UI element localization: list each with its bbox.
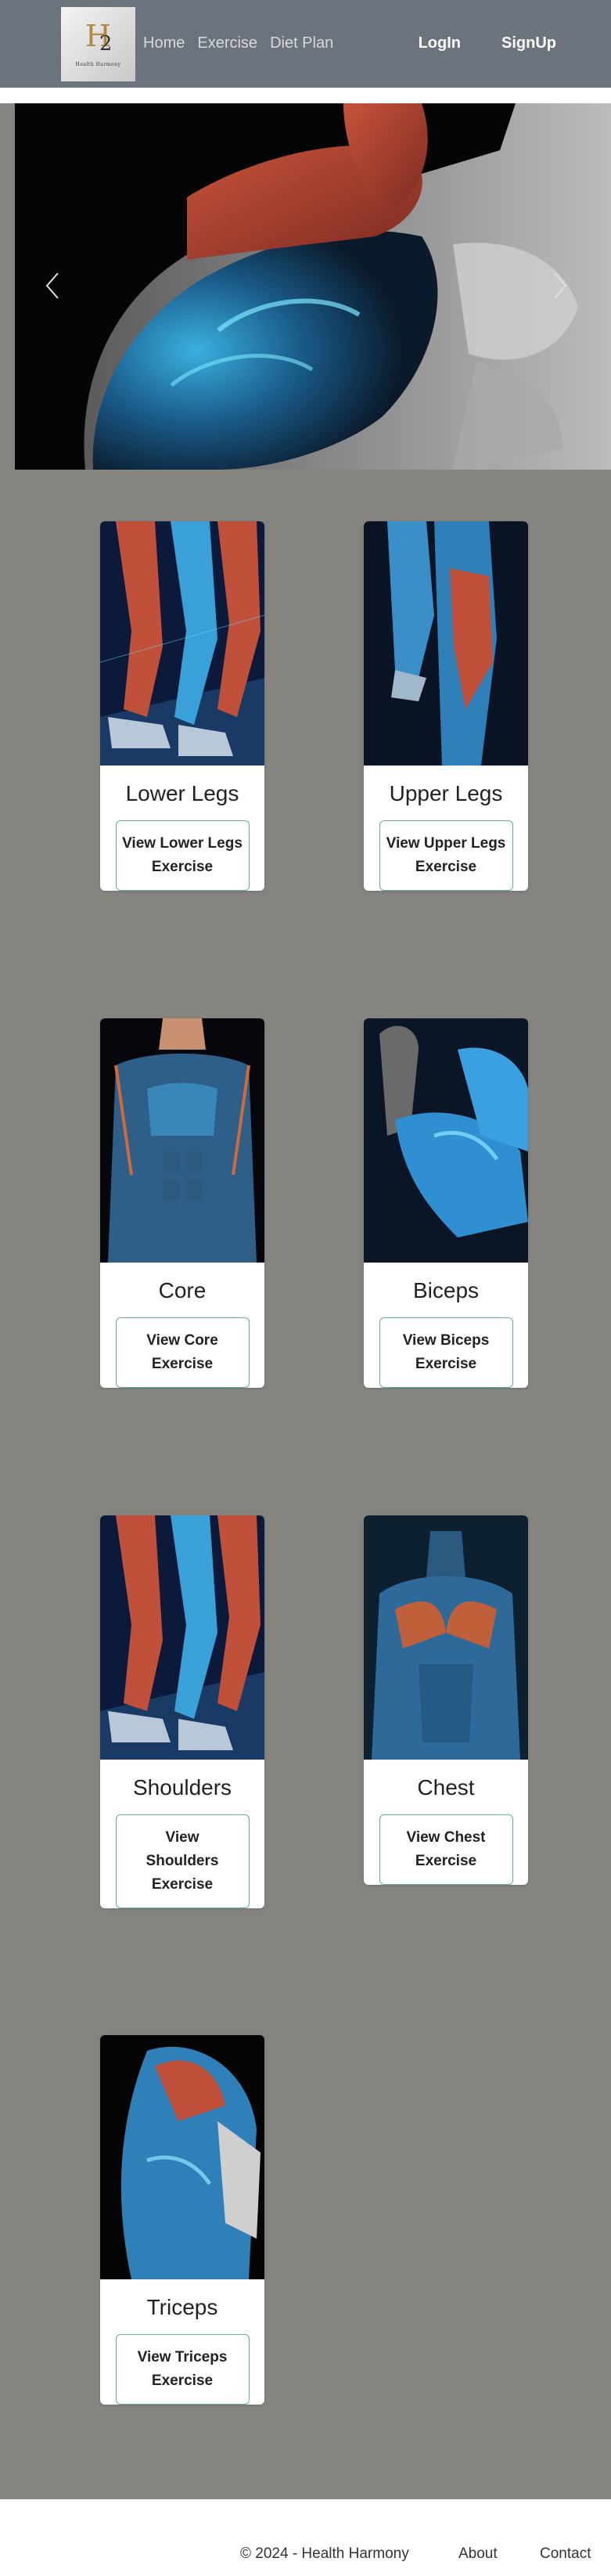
exercise-card-shoulders: Shoulders View Shoulders Exercise <box>100 1515 264 1908</box>
card-title: Biceps <box>412 1278 480 1302</box>
nav-link-exercise[interactable]: Exercise <box>197 34 257 52</box>
auth-links: LogIn SignUp <box>378 34 556 52</box>
login-link[interactable]: LogIn <box>419 34 461 52</box>
card-image <box>364 1515 528 1760</box>
card-title: Triceps <box>146 2295 218 2319</box>
navbar-divider <box>0 88 611 103</box>
navbar: H2 Health Harmony Home Exercise Diet Pla… <box>0 0 611 88</box>
card-image <box>100 1515 264 1760</box>
logo-caption: Health Harmony <box>75 62 121 67</box>
site-logo[interactable]: H2 Health Harmony <box>61 7 135 81</box>
exercise-card-core: Core View Core Exercise <box>100 1018 264 1388</box>
logo-mark: H2 <box>85 21 113 56</box>
exercise-card-triceps: Triceps View Triceps Exercise <box>100 2035 264 2405</box>
signup-link[interactable]: SignUp <box>501 34 556 52</box>
view-chest-exercise-button[interactable]: View Chest Exercise <box>379 1814 513 1885</box>
view-shoulders-exercise-button[interactable]: View Shoulders Exercise <box>115 1814 250 1908</box>
footer-copyright: © 2024 - Health Harmony <box>240 2545 409 2562</box>
card-image <box>364 1018 528 1263</box>
footer-contact-link[interactable]: Contact <box>540 2545 591 2563</box>
card-image <box>364 521 528 766</box>
exercise-card-lower-legs: Lower Legs View Lower Legs Exercise <box>100 521 264 891</box>
view-lower-legs-exercise-button[interactable]: View Lower Legs Exercise <box>115 820 250 891</box>
exercise-card-chest: Chest View Chest Exercise <box>364 1515 528 1885</box>
card-title: Core <box>158 1278 207 1302</box>
view-biceps-exercise-button[interactable]: View Biceps Exercise <box>379 1317 513 1388</box>
view-triceps-exercise-button[interactable]: View Triceps Exercise <box>115 2334 250 2405</box>
nav-links: Home Exercise Diet Plan <box>143 34 346 52</box>
exercise-card-biceps: Biceps View Biceps Exercise <box>364 1018 528 1388</box>
card-title: Upper Legs <box>389 781 503 805</box>
exercise-card-upper-legs: Upper Legs View Upper Legs Exercise <box>364 521 528 891</box>
card-title: Shoulders <box>132 1775 232 1800</box>
chevron-left-icon <box>45 272 59 299</box>
card-image <box>100 1018 264 1263</box>
hero-image <box>15 103 611 470</box>
nav-link-home[interactable]: Home <box>143 34 185 52</box>
chevron-right-icon <box>554 272 567 299</box>
hero-carousel <box>15 103 611 470</box>
card-image <box>100 2035 264 2279</box>
card-title: Lower Legs <box>125 781 239 805</box>
carousel-prev-button[interactable] <box>44 270 75 301</box>
footer: © 2024 - Health Harmony About Contact <box>0 2499 611 2576</box>
carousel-next-button[interactable] <box>552 270 583 301</box>
card-image <box>100 521 264 766</box>
nav-link-diet-plan[interactable]: Diet Plan <box>270 34 333 52</box>
card-title: Chest <box>417 1775 475 1800</box>
logo-subscript: 2 <box>99 32 113 56</box>
view-upper-legs-exercise-button[interactable]: View Upper Legs Exercise <box>379 820 513 891</box>
view-core-exercise-button[interactable]: View Core Exercise <box>115 1317 250 1388</box>
footer-about-link[interactable]: About <box>458 2545 498 2563</box>
